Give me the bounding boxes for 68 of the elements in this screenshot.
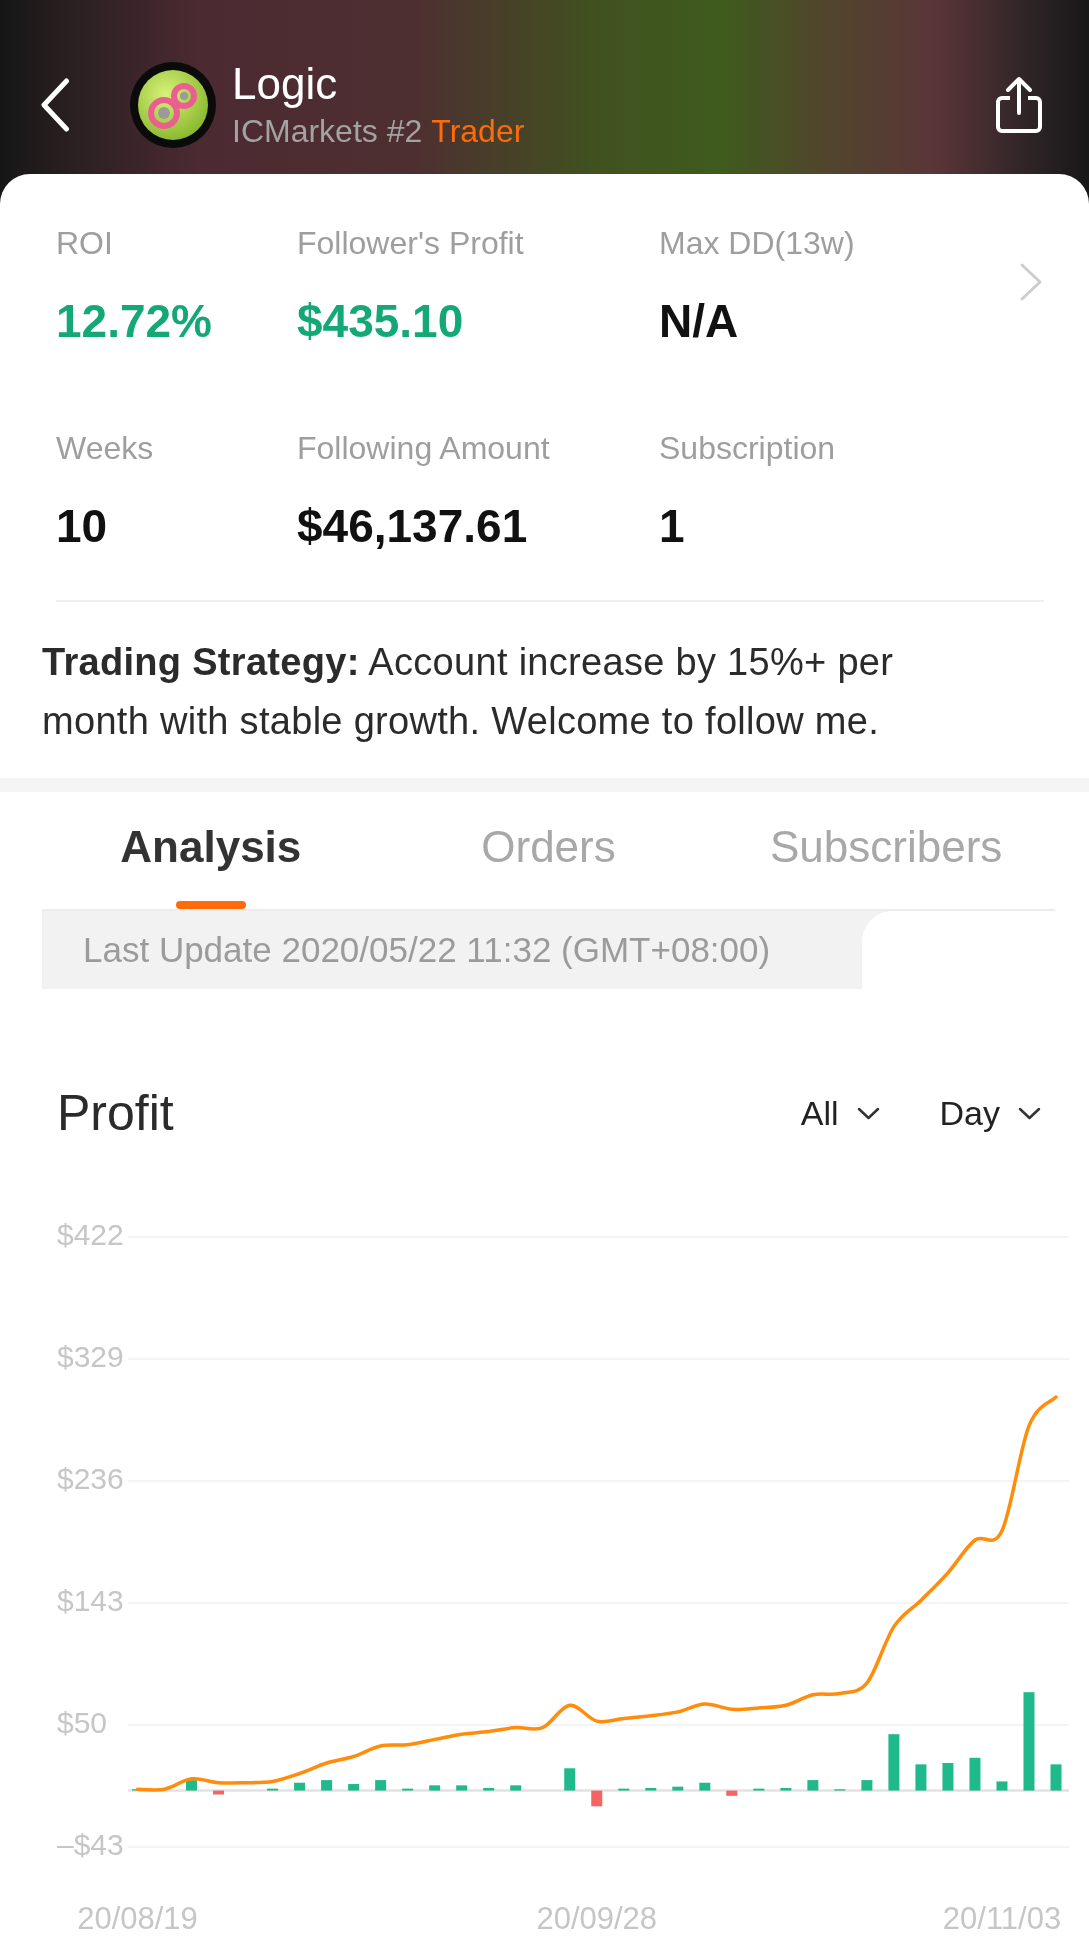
stat-value: N/A <box>659 294 740 349</box>
filter-dropdown[interactable]: Day <box>939 1093 1041 1133</box>
daily-profit-bar <box>213 1790 225 1795</box>
x-axis-label: 20/08/19 <box>77 1901 198 1937</box>
daily-profit-bar <box>942 1763 954 1791</box>
stat-value: 12.72% <box>56 294 213 349</box>
stat-label: Subscription <box>659 429 837 468</box>
daily-profit-bar <box>348 1784 360 1791</box>
stat-label: Weeks <box>56 429 155 468</box>
share-button[interactable] <box>995 76 1043 134</box>
daily-profit-bar <box>375 1780 387 1791</box>
share-icon <box>995 76 1043 134</box>
filter-dropdown[interactable]: All <box>800 1093 880 1133</box>
daily-profit-bar <box>429 1785 441 1791</box>
x-axis-label: 20/11/03 <box>942 1901 1062 1937</box>
daily-profit-bar <box>510 1785 522 1791</box>
daily-profit-bar <box>888 1734 900 1791</box>
daily-profit-bar <box>996 1781 1008 1791</box>
y-axis-label: $50 <box>57 1705 108 1739</box>
daily-profit-bar <box>267 1788 279 1791</box>
stat-value: 1 <box>659 499 686 554</box>
daily-profit-bar <box>186 1780 198 1791</box>
daily-profit-bar <box>1050 1764 1062 1791</box>
trader-role: Trader <box>431 112 525 151</box>
daily-profit-bar <box>969 1757 981 1791</box>
y-axis-label: $329 <box>57 1339 124 1373</box>
x-axis-label: 20/09/28 <box>536 1901 658 1937</box>
avatar-logo-icon <box>130 62 216 148</box>
trader-name: Logic <box>232 59 339 109</box>
section-title: Profit <box>57 1084 174 1143</box>
stat-value: $46,137.61 <box>297 499 529 554</box>
tab-indicator <box>175 901 246 909</box>
trading-strategy-text: Trading Strategy: Account increase by 15%+ per month with stable growth. Welcome to follow me. <box>42 640 895 744</box>
daily-profit-bar <box>672 1786 684 1791</box>
y-axis-label: $143 <box>57 1583 124 1617</box>
daily-profit-bar <box>699 1782 711 1791</box>
daily-profit-bar <box>564 1768 576 1791</box>
daily-profit-bar <box>861 1780 873 1791</box>
chevron-down-icon <box>1018 1106 1041 1120</box>
daily-profit-bar <box>402 1788 414 1791</box>
daily-profit-bar <box>780 1787 792 1791</box>
daily-profit-bar <box>645 1787 657 1791</box>
last-update-bar: Last Update 2020/05/22 11:32 (GMT+08:00) <box>42 911 892 989</box>
stat-value: 10 <box>56 499 109 554</box>
y-axis-label: $422 <box>57 1217 124 1251</box>
stat-value: $435.10 <box>297 294 465 349</box>
chevron-down-icon <box>856 1106 880 1120</box>
y-axis-label: $236 <box>57 1461 124 1495</box>
tab[interactable]: Analysis <box>42 792 380 909</box>
stat-label: Max DD(13w) <box>659 224 856 263</box>
daily-profit-bar <box>915 1764 927 1791</box>
daily-profit-bar <box>456 1785 468 1791</box>
back-icon <box>40 78 70 132</box>
daily-profit-bar <box>294 1782 306 1791</box>
stat-label: Following Amount <box>297 429 551 468</box>
daily-profit-bar <box>321 1780 333 1791</box>
daily-profit-bar <box>591 1790 603 1807</box>
stat-label: ROI <box>56 224 114 263</box>
daily-profit-bar <box>483 1787 495 1791</box>
chevron-right-icon <box>1018 261 1044 303</box>
broker-rank: ICMarkets #2 <box>232 112 423 151</box>
y-axis-label: –$43 <box>57 1827 124 1861</box>
back-button[interactable] <box>40 78 70 132</box>
stat-label: Follower's Profit <box>297 224 525 263</box>
daily-profit-bar <box>726 1790 738 1796</box>
daily-profit-bar <box>618 1788 630 1791</box>
daily-profit-bar <box>753 1788 765 1791</box>
daily-profit-bar <box>807 1780 819 1791</box>
